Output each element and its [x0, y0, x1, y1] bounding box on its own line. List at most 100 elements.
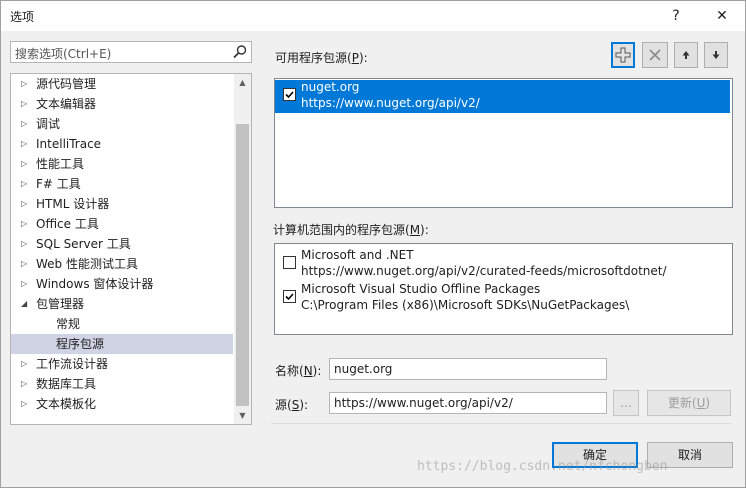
tree-item[interactable]: ▷ 性能工具 — [11, 154, 233, 174]
move-down-button[interactable] — [704, 42, 728, 68]
tree-item-label: 常规 — [56, 317, 81, 331]
tree-item[interactable]: ▷ 数据库工具 — [11, 374, 233, 394]
add-source-button[interactable] — [611, 42, 635, 68]
label-accesskey: N — [303, 364, 313, 378]
tree-item[interactable]: ▷ 调试 — [11, 114, 233, 134]
button-text: 更新( — [667, 396, 697, 410]
source-checkbox[interactable] — [283, 256, 296, 269]
tree-item[interactable]: ▷ 文本模板化 — [11, 394, 233, 414]
label-text: ): — [420, 223, 429, 237]
source-field[interactable]: https://www.nuget.org/api/v2/ — [329, 392, 607, 414]
collapsed-arrow-icon[interactable]: ▷ — [21, 74, 27, 94]
browse-button[interactable]: ... — [613, 390, 639, 416]
collapsed-arrow-icon[interactable]: ▷ — [21, 134, 27, 154]
arrow-down-icon — [712, 51, 720, 59]
tree-item-label: 性能工具 — [36, 157, 85, 171]
collapsed-arrow-icon[interactable]: ▷ — [21, 394, 27, 414]
collapsed-arrow-icon[interactable]: ▷ — [21, 174, 27, 194]
tree-item[interactable]: ▷ SQL Server 工具 — [11, 234, 233, 254]
source-value: https://www.nuget.org/api/v2/ — [334, 396, 513, 410]
source-checkbox[interactable] — [283, 88, 296, 101]
source-url: C:\Program Files (x86)\Microsoft SDKs\Nu… — [301, 298, 630, 312]
source-item-vs-offline[interactable]: Microsoft Visual Studio Offline Packages… — [275, 282, 730, 315]
tree-item-label: F# 工具 — [36, 177, 81, 191]
machine-sources-list[interactable]: Microsoft and .NET https://www.nuget.org… — [274, 243, 733, 335]
tree-item-label: Windows 窗体设计器 — [36, 277, 154, 291]
label-text: ): — [358, 51, 368, 65]
tree-item[interactable]: ◢ 包管理器 — [11, 294, 233, 314]
delete-x-icon — [649, 49, 661, 61]
close-button[interactable]: ✕ — [707, 5, 737, 27]
source-name: Microsoft Visual Studio Offline Packages — [301, 282, 541, 296]
watermark: https://blog.csdn.net/nfchongben — [417, 459, 668, 474]
source-label: 源(S): — [275, 396, 308, 413]
tree-item[interactable]: ▷ F# 工具 — [11, 174, 233, 194]
options-tree[interactable]: ▷ 源代码管理 ▷ 文本编辑器 ▷ 调试 ▷ IntelliTrace ▷ 性能工具 ▷ F# 工具 ▷… — [10, 73, 252, 425]
label-text: 源( — [275, 398, 292, 412]
source-url: https://www.nuget.org/api/v2/ — [301, 96, 480, 110]
collapsed-arrow-icon[interactable]: ▷ — [21, 234, 27, 254]
search-placeholder: 搜索选项(Ctrl+E) — [15, 47, 112, 61]
tree-item-label: 调试 — [36, 117, 61, 131]
collapsed-arrow-icon[interactable]: ▷ — [21, 154, 27, 174]
expanded-arrow-icon[interactable]: ◢ — [21, 294, 27, 314]
source-url: https://www.nuget.org/api/v2/curated-fee… — [301, 264, 667, 278]
collapsed-arrow-icon[interactable]: ▷ — [21, 214, 27, 234]
checkmark-icon — [285, 293, 294, 301]
tree-item[interactable]: ▷ IntelliTrace — [11, 134, 233, 154]
source-checkbox[interactable] — [283, 290, 296, 303]
search-input[interactable]: 搜索选项(Ctrl+E) — [10, 41, 252, 63]
collapsed-arrow-icon[interactable]: ▷ — [21, 274, 27, 294]
title-bar: 选项 ? ✕ — [1, 1, 745, 31]
tree-item[interactable]: ▷ 源代码管理 — [11, 74, 233, 94]
label-text: 计算机范围内的程序包源( — [273, 223, 410, 237]
tree-item-label: SQL Server 工具 — [36, 237, 131, 251]
available-sources-list[interactable]: nuget.org https://www.nuget.org/api/v2/ — [274, 78, 733, 208]
tree-item[interactable]: ▷ Office 工具 — [11, 214, 233, 234]
collapsed-arrow-icon[interactable]: ▷ — [21, 114, 27, 134]
remove-source-button[interactable] — [642, 42, 668, 68]
tree-item[interactable]: ▷ 工作流设计器 — [11, 354, 233, 374]
tree-item-label: 文本编辑器 — [36, 97, 97, 111]
scroll-down-icon[interactable]: ▼ — [234, 407, 251, 424]
collapsed-arrow-icon[interactable]: ▷ — [21, 374, 27, 394]
machine-sources-label: 计算机范围内的程序包源(M): — [273, 221, 429, 238]
tree-item[interactable]: ▷ Web 性能测试工具 — [11, 254, 233, 274]
source-item-microsoft-dotnet[interactable]: Microsoft and .NET https://www.nuget.org… — [275, 248, 730, 281]
collapsed-arrow-icon[interactable]: ▷ — [21, 254, 27, 274]
label-text: 可用程序包源( — [275, 51, 352, 65]
tree-item[interactable]: ▷ HTML 设计器 — [11, 194, 233, 214]
options-dialog: 选项 ? ✕ 搜索选项(Ctrl+E) ▷ 源代码管理 ▷ 文本编辑器 ▷ 调试 ▷ Inte… — [0, 0, 746, 488]
source-item-nugetorg[interactable]: nuget.org https://www.nuget.org/api/v2/ — [275, 80, 730, 113]
tree-item-label: 文本模板化 — [36, 397, 97, 411]
collapsed-arrow-icon[interactable]: ▷ — [21, 194, 27, 214]
available-sources-label: 可用程序包源(P): — [275, 49, 368, 66]
tree-scrollbar[interactable]: ▲ ▼ — [234, 74, 251, 424]
search-icon[interactable] — [232, 44, 248, 60]
tree-item[interactable]: 常规 — [11, 314, 233, 334]
move-up-button[interactable] — [674, 42, 698, 68]
plus-icon — [615, 47, 631, 63]
collapsed-arrow-icon[interactable]: ▷ — [21, 354, 27, 374]
tree-item[interactable]: 程序包源 — [11, 334, 233, 354]
label-text: ): — [312, 364, 322, 378]
divider — [271, 423, 731, 424]
update-button[interactable]: 更新(U) — [647, 390, 731, 416]
collapsed-arrow-icon[interactable]: ▷ — [21, 94, 27, 114]
scrollbar-thumb[interactable] — [236, 124, 249, 406]
source-name: nuget.org — [301, 80, 360, 94]
source-name: Microsoft and .NET — [301, 248, 414, 262]
label-text: ): — [299, 398, 309, 412]
button-text: ) — [705, 396, 711, 410]
name-field[interactable]: nuget.org — [329, 358, 607, 380]
label-accesskey: P — [351, 51, 359, 65]
arrow-up-icon — [682, 51, 690, 59]
scroll-up-icon[interactable]: ▲ — [234, 74, 251, 91]
tree-item-label: 源代码管理 — [36, 77, 97, 91]
tree-item-label: IntelliTrace — [36, 137, 102, 151]
help-button[interactable]: ? — [661, 5, 691, 27]
tree-item-label: Office 工具 — [36, 217, 99, 231]
tree-item[interactable]: ▷ 文本编辑器 — [11, 94, 233, 114]
name-value: nuget.org — [334, 362, 393, 376]
tree-item[interactable]: ▷ Windows 窗体设计器 — [11, 274, 233, 294]
